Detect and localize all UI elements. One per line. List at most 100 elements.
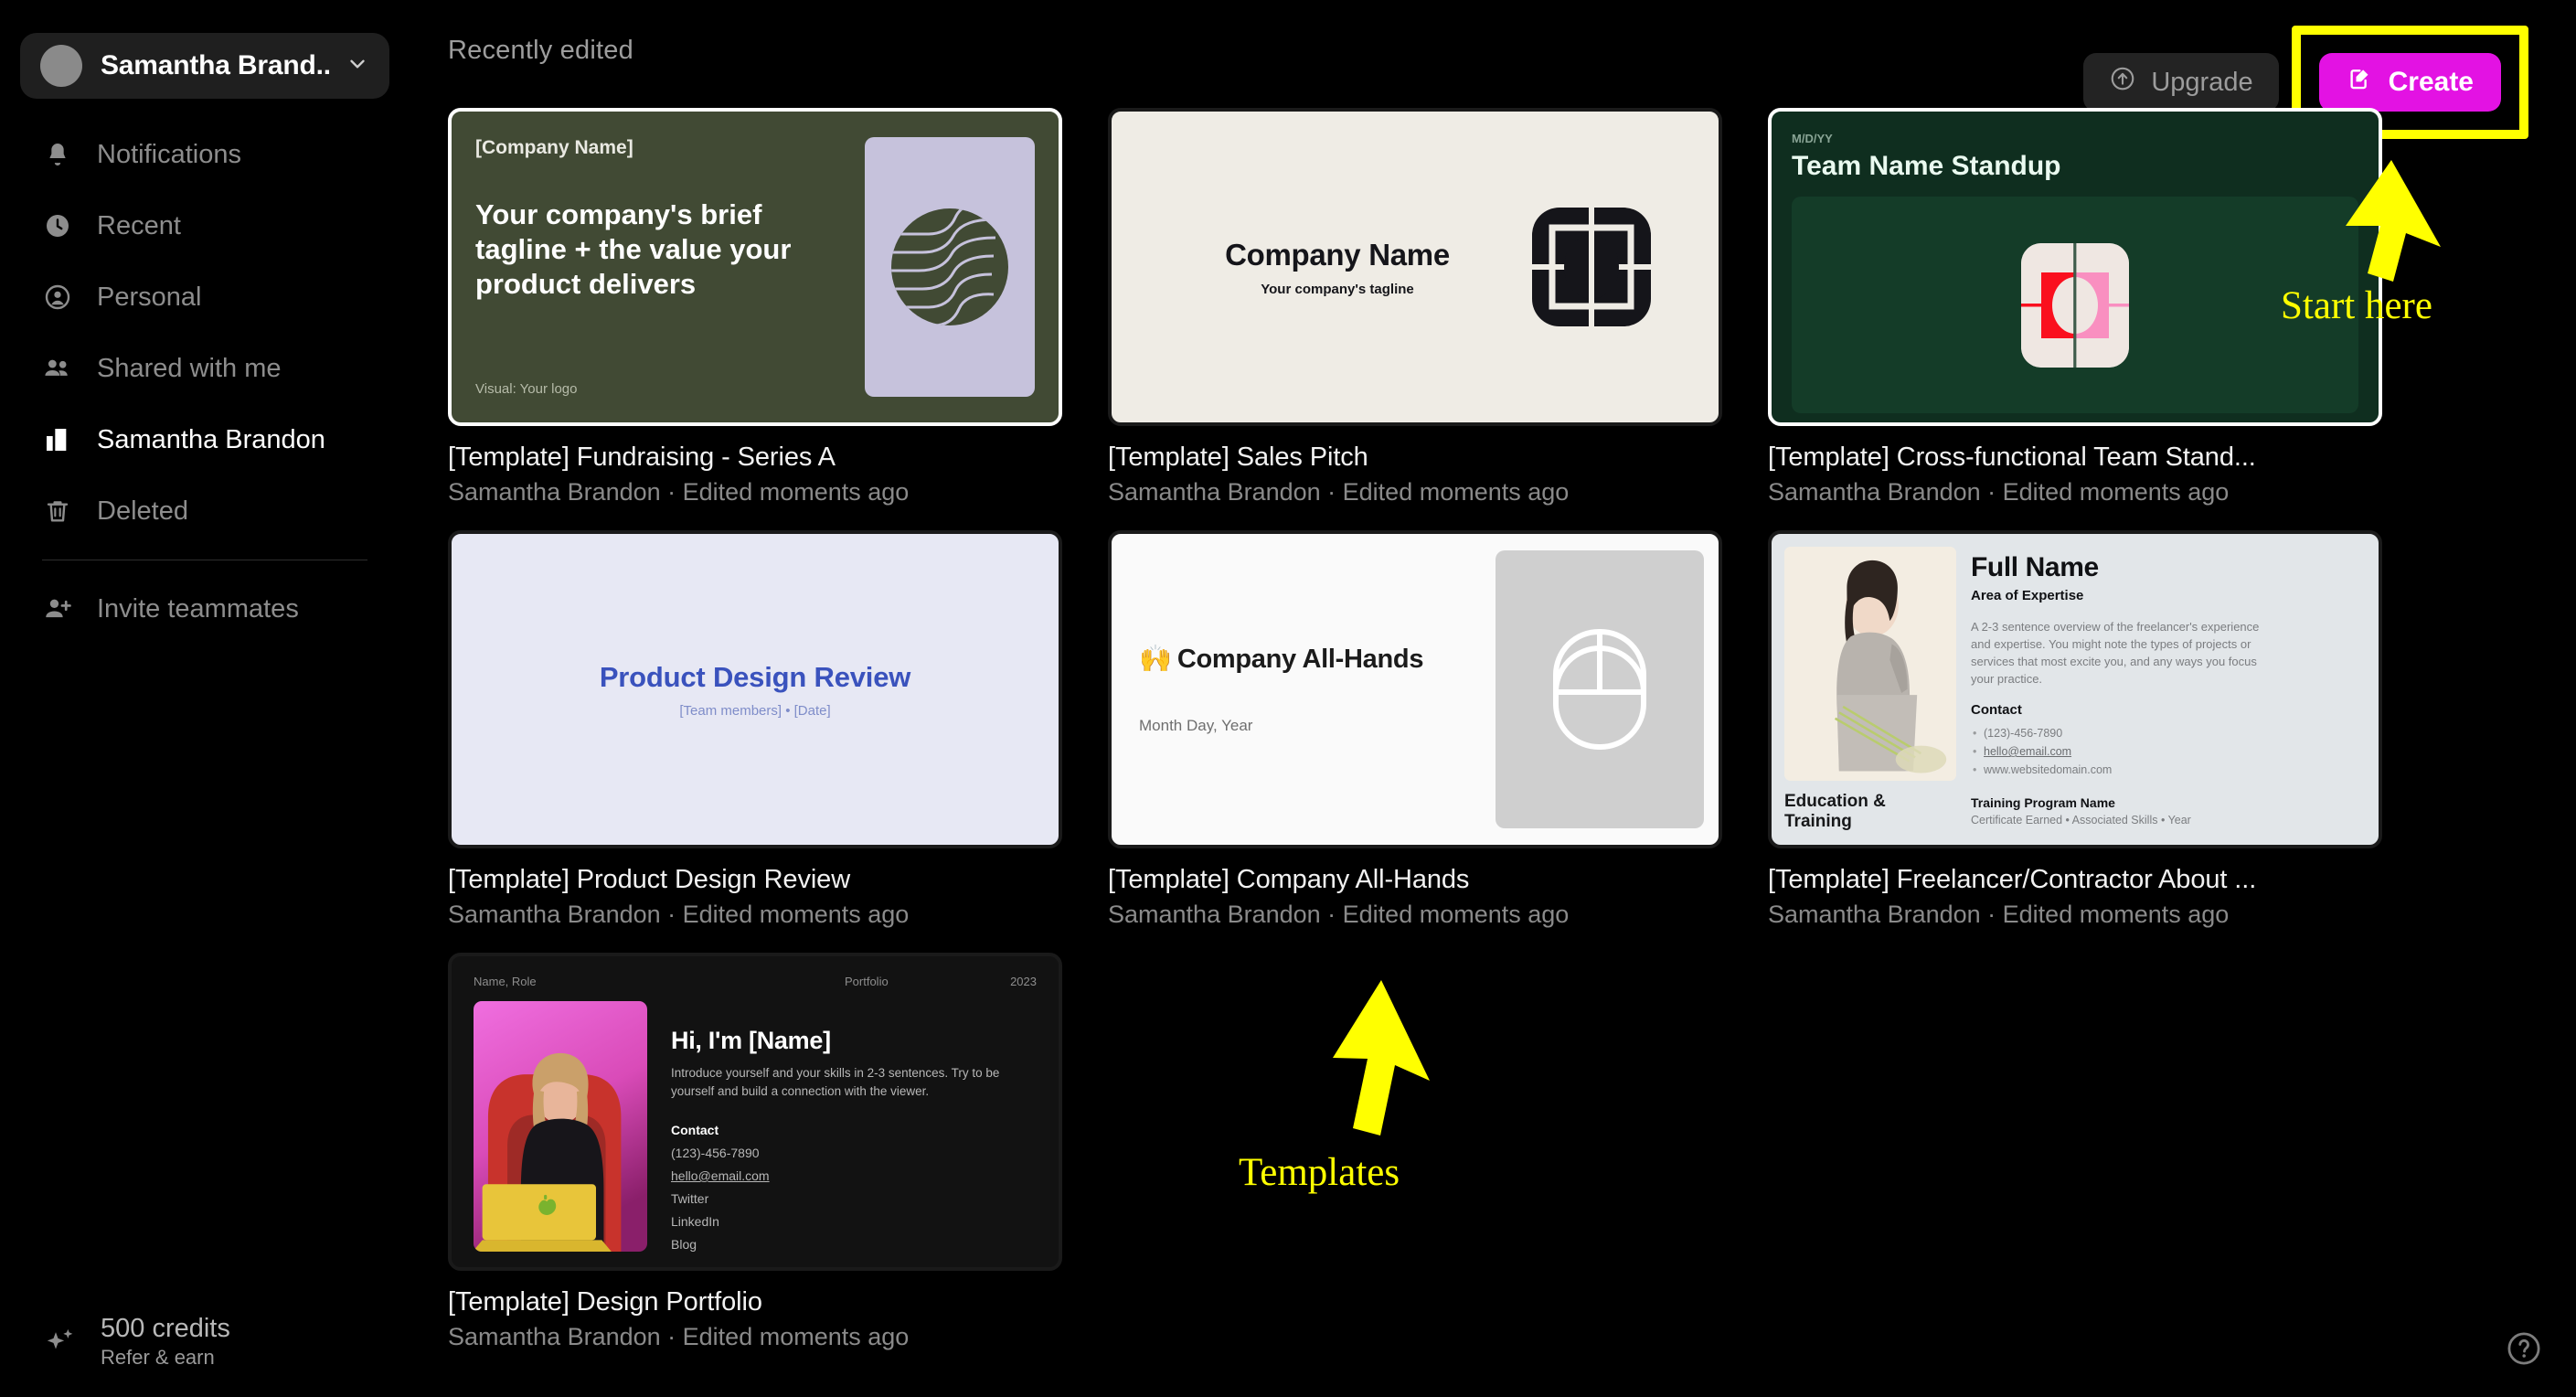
card-product-design-review[interactable]: Product Design Review [Team members] • [… xyxy=(448,530,1062,929)
workspace-profile-button[interactable]: Samantha Brand... xyxy=(20,33,389,99)
card-title: [Template] Sales Pitch xyxy=(1108,443,1368,472)
sidebar-item-label: Deleted xyxy=(97,496,188,526)
card-thumbnail: Product Design Review [Team members] • [… xyxy=(448,530,1062,848)
avatar xyxy=(40,45,82,87)
create-label: Create xyxy=(2388,67,2474,97)
thumb-date: M/D/YY xyxy=(1792,132,1833,145)
thumb-overview: A 2-3 sentence overview of the freelance… xyxy=(1971,620,2260,686)
thumb-header-right: 2023 xyxy=(1010,975,1037,988)
thumb-subheading: Introduce yourself and your skills in 2-… xyxy=(671,1066,1000,1098)
credits-amount: 500 credits xyxy=(101,1314,230,1343)
thumb-tagline: Your company's brief tagline + the value… xyxy=(475,198,792,300)
card-meta: Samantha Brandon · Edited moments ago xyxy=(1768,478,2230,506)
start-here-arrow xyxy=(2346,160,2441,282)
template-grid: [Company Name] Your company's brief tagl… xyxy=(448,108,2576,1351)
card-design-portfolio[interactable]: Name, Role Portfolio 2023 Hi, I'm [Name]… xyxy=(448,953,1062,1351)
page-title: Recently edited xyxy=(448,35,633,65)
card-company-all-hands[interactable]: 🙌 Company All-Hands Month Day, Year [Tem… xyxy=(1108,530,1722,929)
raised-hands-emoji-icon: 🙌 xyxy=(1139,645,1172,674)
standup-logo-graphic xyxy=(2021,242,2129,368)
card-title: [Template] Product Design Review xyxy=(448,865,851,894)
card-thumbnail: [Company Name] Your company's brief tagl… xyxy=(448,108,1062,426)
building-icon xyxy=(42,424,73,455)
contact-twitter: Twitter xyxy=(671,1191,709,1206)
card-freelancer-contractor-about[interactable]: Education & Training Full Name Area of E… xyxy=(1768,530,2382,929)
contact-email: hello@email.com xyxy=(671,1168,770,1183)
brand-logo-graphic xyxy=(1528,204,1655,330)
thumb-header-mid: Portfolio xyxy=(845,975,889,988)
sidebar-item-shared-with-me[interactable]: Shared with me xyxy=(0,333,410,404)
sidebar: Samantha Brand... Notifications Recent P… xyxy=(0,0,410,1397)
chevron-down-icon xyxy=(346,52,369,80)
clock-icon xyxy=(42,210,73,241)
portrait-photo xyxy=(1784,547,1956,781)
card-title: [Template] Fundraising - Series A xyxy=(448,443,836,472)
thumb-training-sub: Certificate Earned • Associated Skills •… xyxy=(1971,814,2191,826)
sidebar-item-samantha-brandon[interactable]: Samantha Brandon xyxy=(0,404,410,475)
card-meta: Samantha Brandon · Edited moments ago xyxy=(448,1323,910,1350)
sidebar-item-label: Invite teammates xyxy=(97,593,299,624)
person-circle-icon xyxy=(42,282,73,313)
thumb-heading: Company All-Hands xyxy=(1176,644,1424,674)
contact-phone: (123)-456-7890 xyxy=(1971,724,2366,742)
card-meta: Samantha Brandon · Edited moments ago xyxy=(448,478,910,506)
thumb-header-left: Name, Role xyxy=(474,975,537,988)
thumb-training-title: Training Program Name xyxy=(1971,795,2115,810)
sparkle-icon xyxy=(42,1324,79,1360)
trash-icon xyxy=(42,496,73,527)
bell-icon xyxy=(42,139,73,170)
sidebar-item-notifications[interactable]: Notifications xyxy=(0,119,410,190)
arrow-up-circle-icon xyxy=(2109,65,2136,100)
thumb-heading: Product Design Review xyxy=(599,660,911,693)
sidebar-item-personal[interactable]: Personal xyxy=(0,261,410,333)
thumb-contact-label: Contact xyxy=(671,1123,719,1137)
compose-icon xyxy=(2347,65,2374,100)
card-title: [Template] Design Portfolio xyxy=(448,1287,762,1317)
sidebar-item-label: Recent xyxy=(97,210,181,240)
thumb-contact-label: Contact xyxy=(1971,702,2022,718)
card-sales-pitch[interactable]: Company Name Your company's tagline [Tem… xyxy=(1108,108,1722,507)
credits-sub: Refer & earn xyxy=(101,1346,215,1369)
thumb-caption: Education & Training xyxy=(1784,792,1886,831)
portfolio-photo xyxy=(474,1001,647,1252)
app-root: Samantha Brand... Notifications Recent P… xyxy=(0,0,2576,1397)
sidebar-item-recent[interactable]: Recent xyxy=(0,190,410,261)
create-button[interactable]: Create xyxy=(2318,53,2501,112)
card-fundraising-series-a[interactable]: [Company Name] Your company's brief tagl… xyxy=(448,108,1062,507)
help-button[interactable] xyxy=(2505,1329,2543,1368)
contact-website: www.websitedomain.com xyxy=(1971,761,2366,779)
thumb-subheading: [Team members] • [Date] xyxy=(679,702,831,719)
contact-phone: (123)-456-7890 xyxy=(671,1146,760,1160)
annotation-templates: Templates xyxy=(1239,1151,1400,1194)
card-thumbnail: M/D/YY Team Name Standup xyxy=(1768,108,2382,426)
sidebar-item-invite-teammates[interactable]: Invite teammates xyxy=(0,573,410,645)
card-meta: Samantha Brandon · Edited moments ago xyxy=(1108,901,1570,928)
credits-button[interactable]: 500 credits Refer & earn xyxy=(0,1313,410,1371)
templates-arrow xyxy=(1333,980,1430,1136)
card-thumbnail: Name, Role Portfolio 2023 Hi, I'm [Name]… xyxy=(448,953,1062,1271)
thumb-contact-list: (123)-456-7890 hello@email.com www.websi… xyxy=(1971,724,2366,779)
card-thumbnail: 🙌 Company All-Hands Month Day, Year xyxy=(1108,530,1722,848)
arch-outline-graphic xyxy=(1553,629,1646,750)
contact-linkedin: LinkedIn xyxy=(671,1214,719,1229)
upgrade-button[interactable]: Upgrade xyxy=(2083,53,2279,112)
sidebar-nav: Notifications Recent Personal Shared wit… xyxy=(0,119,410,645)
thumb-heading: Team Name Standup xyxy=(1792,151,2061,181)
thumb-area-of-expertise: Area of Expertise xyxy=(1971,588,2084,603)
profile-name: Samantha Brand... xyxy=(101,50,331,80)
contact-blog: Blog xyxy=(671,1237,697,1252)
sidebar-item-label: Personal xyxy=(97,282,202,312)
thumb-company-name: Company Name xyxy=(1225,237,1450,272)
sidebar-item-label: Notifications xyxy=(97,139,241,169)
thumb-company-name: [Company Name] xyxy=(475,137,633,158)
sidebar-item-label: Samantha Brandon xyxy=(97,424,325,454)
thumb-visual-note: Visual: Your logo xyxy=(475,381,578,397)
sidebar-item-label: Shared with me xyxy=(97,353,282,383)
wave-circle-graphic xyxy=(891,208,1008,325)
card-meta: Samantha Brandon · Edited moments ago xyxy=(448,901,910,928)
upgrade-label: Upgrade xyxy=(2151,67,2253,97)
people-icon xyxy=(42,353,73,384)
card-title: [Template] Cross-functional Team Stand..… xyxy=(1768,443,2256,472)
annotation-start-here: Start here xyxy=(2281,284,2432,327)
sidebar-item-deleted[interactable]: Deleted xyxy=(0,475,410,547)
